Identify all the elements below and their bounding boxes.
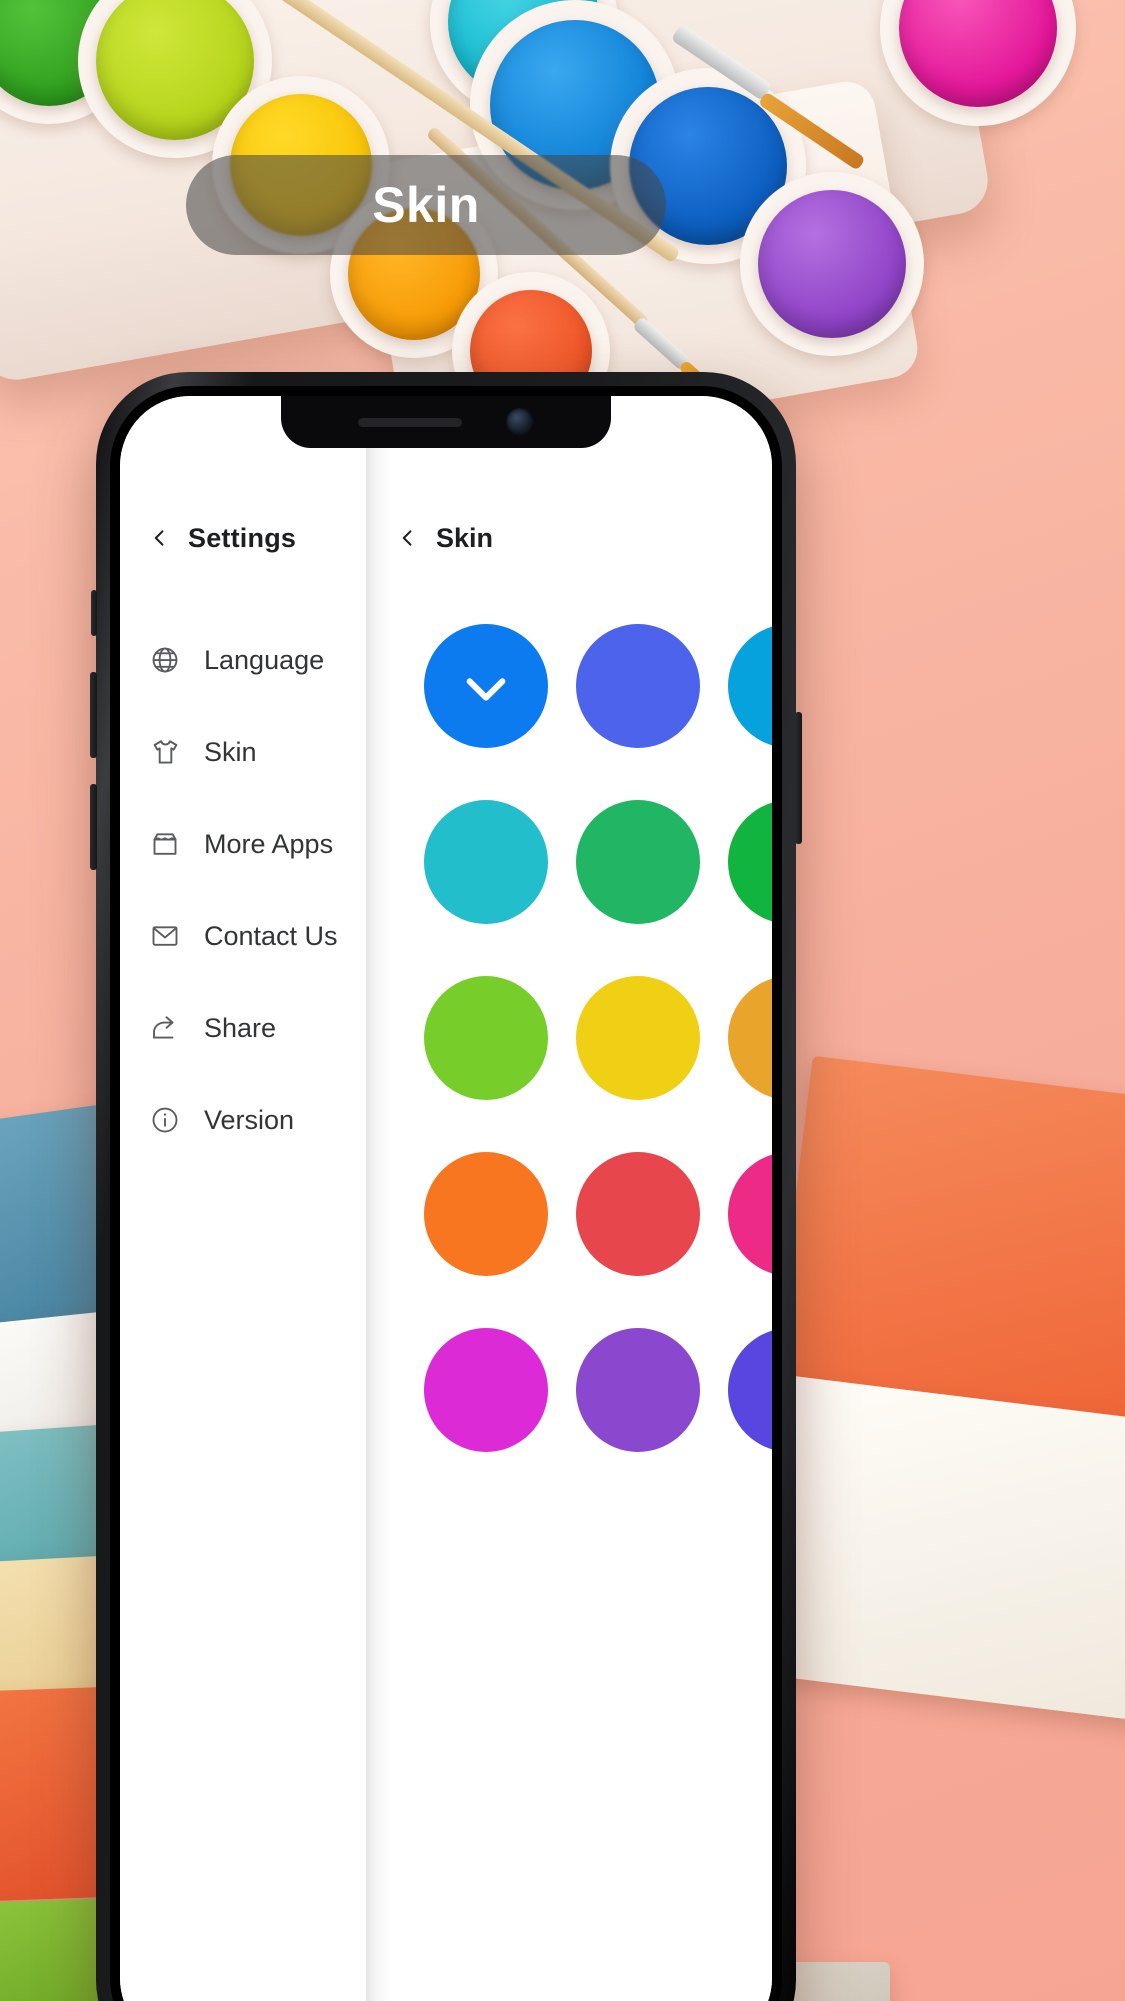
- storefront-icon: [148, 827, 182, 861]
- sidebar-item-label: Skin: [204, 736, 257, 767]
- skin-swatch-cell: [714, 1138, 772, 1290]
- phone-mute-switch[interactable]: [91, 590, 97, 636]
- skin-swatch-cell: [714, 786, 772, 938]
- skin-swatch-magenta[interactable]: [424, 1328, 548, 1452]
- photo-card-label: [753, 1375, 1125, 1725]
- skin-swatch-blue-selected[interactable]: [424, 624, 548, 748]
- phone-screen: Settings Language Skin More Apps Contact…: [120, 396, 772, 2001]
- skin-swatch-lime-green[interactable]: [424, 976, 548, 1100]
- screenshot-stage: Skin Settings Language Skin More Apps Co…: [0, 0, 1125, 2001]
- phone-bezel-inner: Settings Language Skin More Apps Contact…: [110, 386, 782, 2001]
- phone-power-button[interactable]: [795, 712, 802, 844]
- skin-swatch-purple[interactable]: [576, 1328, 700, 1452]
- skin-swatch-cell: [562, 610, 714, 762]
- skin-swatch-yellow[interactable]: [576, 976, 700, 1100]
- skin-panel-header: Skin: [366, 508, 772, 568]
- settings-menu-list: Language Skin More Apps Contact Us Share…: [120, 614, 366, 1166]
- info-icon: [148, 1103, 182, 1137]
- skin-swatch-cell: [714, 962, 772, 1114]
- phone-notch: [281, 396, 611, 448]
- skin-panel-title: Skin: [436, 522, 494, 553]
- earpiece-speaker: [358, 417, 462, 427]
- skin-swatch-indigo[interactable]: [576, 624, 700, 748]
- banner-title-text: Skin: [372, 177, 480, 233]
- skin-swatch-green[interactable]: [576, 800, 700, 924]
- phone-volume-down-button[interactable]: [90, 784, 97, 870]
- skin-swatch-cell: [410, 962, 562, 1114]
- sidebar-item-skin[interactable]: Skin: [120, 706, 366, 798]
- skin-swatch-cell: [562, 1314, 714, 1466]
- skin-swatch-violet[interactable]: [728, 1328, 772, 1452]
- chevron-left-icon[interactable]: [150, 528, 170, 548]
- phone-mockup: Settings Language Skin More Apps Contact…: [90, 372, 802, 2001]
- skin-swatch-amber[interactable]: [728, 976, 772, 1100]
- front-camera-icon: [506, 408, 534, 436]
- skin-color-grid: [366, 610, 772, 1466]
- skin-swatch-cell: [714, 610, 772, 762]
- skin-swatch-cell: [562, 1138, 714, 1290]
- sidebar-item-label: More Apps: [204, 828, 334, 859]
- sidebar-item-more-apps[interactable]: More Apps: [120, 798, 366, 890]
- skin-swatch-cell: [410, 610, 562, 762]
- sidebar-item-label: Language: [204, 644, 325, 675]
- settings-drawer-title: Settings: [188, 522, 297, 553]
- chevron-left-icon[interactable]: [398, 528, 418, 548]
- skin-swatch-orange[interactable]: [424, 1152, 548, 1276]
- sidebar-item-label: Share: [204, 1012, 277, 1043]
- envelope-icon: [148, 919, 182, 953]
- skin-swatch-cell: [714, 1314, 772, 1466]
- paint-pan-purple: [758, 190, 906, 338]
- skin-swatch-emerald[interactable]: [728, 800, 772, 924]
- share-icon: [148, 1011, 182, 1045]
- skin-swatch-pink[interactable]: [728, 1152, 772, 1276]
- settings-drawer-header: Settings: [120, 508, 366, 568]
- skin-swatch-sky-blue[interactable]: [728, 624, 772, 748]
- skin-swatch-cell: [410, 786, 562, 938]
- sidebar-item-label: Contact Us: [204, 920, 338, 951]
- sidebar-item-label: Version: [204, 1104, 295, 1135]
- skin-swatch-cell: [562, 962, 714, 1114]
- banner-title-pill: Skin: [186, 155, 666, 255]
- tshirt-icon: [148, 735, 182, 769]
- skin-swatch-cell: [410, 1138, 562, 1290]
- sidebar-item-contact-us[interactable]: Contact Us: [120, 890, 366, 982]
- settings-drawer: Settings Language Skin More Apps Contact…: [120, 396, 366, 2001]
- skin-panel: Skin: [366, 396, 772, 2001]
- sidebar-item-share[interactable]: Share: [120, 982, 366, 1074]
- skin-swatch-teal[interactable]: [424, 800, 548, 924]
- sidebar-item-version[interactable]: Version: [120, 1074, 366, 1166]
- skin-swatch-cell: [562, 786, 714, 938]
- sidebar-item-language[interactable]: Language: [120, 614, 366, 706]
- globe-icon: [148, 643, 182, 677]
- skin-swatch-cell: [410, 1314, 562, 1466]
- skin-swatch-red[interactable]: [576, 1152, 700, 1276]
- phone-volume-up-button[interactable]: [90, 672, 97, 758]
